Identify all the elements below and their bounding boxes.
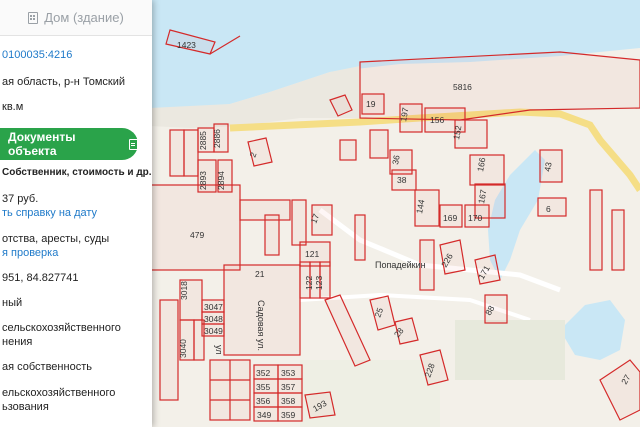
usage-line1: ельскохозяйственного <box>2 387 116 399</box>
parcel-number-label: 479 <box>190 230 204 240</box>
parcel-479[interactable] <box>149 184 241 271</box>
parcel-number-label: 36 <box>390 154 402 165</box>
parcel-small-b[interactable] <box>339 139 357 161</box>
parcel-number-label: 357 <box>281 382 295 392</box>
parcel-number-label: 6 <box>546 204 551 214</box>
check-link[interactable]: я проверка <box>2 247 58 259</box>
status-text: ный <box>2 297 23 309</box>
parcel-number-label: 3018 <box>179 281 189 300</box>
parcel-strip-7[interactable] <box>611 209 625 271</box>
region-text: ая область, р-н Томский <box>2 76 126 88</box>
encumbrances-text: отства, аресты, суды <box>2 233 110 245</box>
parcel-strip-4[interactable] <box>291 199 307 246</box>
parcel-number-label: 352 <box>256 368 270 378</box>
parcel-number-label: 19 <box>366 99 376 109</box>
parcel-strip-8[interactable] <box>264 214 280 256</box>
parcel-number-label: 169 <box>443 213 457 223</box>
parcel-number-label: 2893 <box>198 171 208 190</box>
ownership-text: ая собственность <box>2 361 92 373</box>
land-category-line2: нения <box>2 336 33 348</box>
building-icon <box>28 11 39 24</box>
parcel-number-label: 3047 <box>204 302 223 312</box>
parcel-number-label: 122 <box>304 276 314 290</box>
parcel-number-label: 121 <box>305 249 319 259</box>
documents-button[interactable]: Документы объекта <box>0 128 138 160</box>
parcel-number-label: 1423 <box>177 40 196 50</box>
price-text: 37 руб. <box>2 193 39 205</box>
parcel-number-label: 356 <box>256 396 270 406</box>
parcel-number-label: 5816 <box>453 82 472 92</box>
parcel-number-label: 358 <box>281 396 295 406</box>
parcel-number-label: 2885 <box>198 131 208 150</box>
parcel-number-label: 349 <box>257 410 271 420</box>
street-label-part: ул <box>214 345 224 355</box>
parcel-strip-1[interactable] <box>169 129 185 177</box>
documents-button-label: Документы объекта <box>8 130 76 158</box>
parcel-strip-6[interactable] <box>589 189 603 271</box>
parcel-number-label: 355 <box>256 382 270 392</box>
parcel-3040b[interactable] <box>193 319 205 361</box>
parcel-strip-9[interactable] <box>354 214 366 261</box>
panel-header[interactable]: Дом (здание) <box>0 0 152 36</box>
parcel-number-label: 156 <box>430 115 444 125</box>
land-category-line1: сельскохозяйственного <box>2 322 121 334</box>
parcel-small-a[interactable] <box>369 129 389 159</box>
parcel-strip-2[interactable] <box>183 129 199 177</box>
parcel-number-label: 2894 <box>216 171 226 190</box>
parcel-number-label: 43 <box>542 161 554 172</box>
document-icon <box>129 138 138 150</box>
parcel-number-label: 38 <box>397 175 407 185</box>
coordinates-text: 951, 84.827741 <box>2 272 79 284</box>
area-text: кв.м <box>2 101 24 113</box>
parcel-number-label: 3048 <box>204 314 223 324</box>
object-info-panel: Дом (здание) 0100035:4216 ая область, р-… <box>0 0 152 427</box>
map-viewer[interactable]: 1423 5816 19 197 156 152 166 167 36 38 2885 2886 289… <box>0 0 640 427</box>
parcel-number-label: 353 <box>281 368 295 378</box>
parcel-number-label: 2886 <box>212 129 222 148</box>
parcel-number-label: 3049 <box>204 326 223 336</box>
documents-subtitle: Собственник, стоимость и др. <box>2 167 152 178</box>
parcel-strip-5[interactable] <box>159 299 179 401</box>
order-certificate-link[interactable]: ть справку на дату <box>2 207 97 219</box>
parcel-number-label: 170 <box>468 213 482 223</box>
header-label: Дом (здание) <box>44 10 124 25</box>
field-area <box>455 320 565 380</box>
street-label: Садовая ул. <box>256 300 266 351</box>
parcel-number-label: 123 <box>314 276 324 290</box>
parcel-number-label: 3040 <box>178 339 188 358</box>
parcel-number-label: 359 <box>281 410 295 420</box>
cadastral-number-link[interactable]: 0100035:4216 <box>2 49 72 61</box>
parcel-number-label: 21 <box>255 269 265 279</box>
usage-line2: ьзования <box>2 401 49 413</box>
village-label: Попадейкин <box>375 260 426 270</box>
parcel-6[interactable] <box>537 197 567 217</box>
